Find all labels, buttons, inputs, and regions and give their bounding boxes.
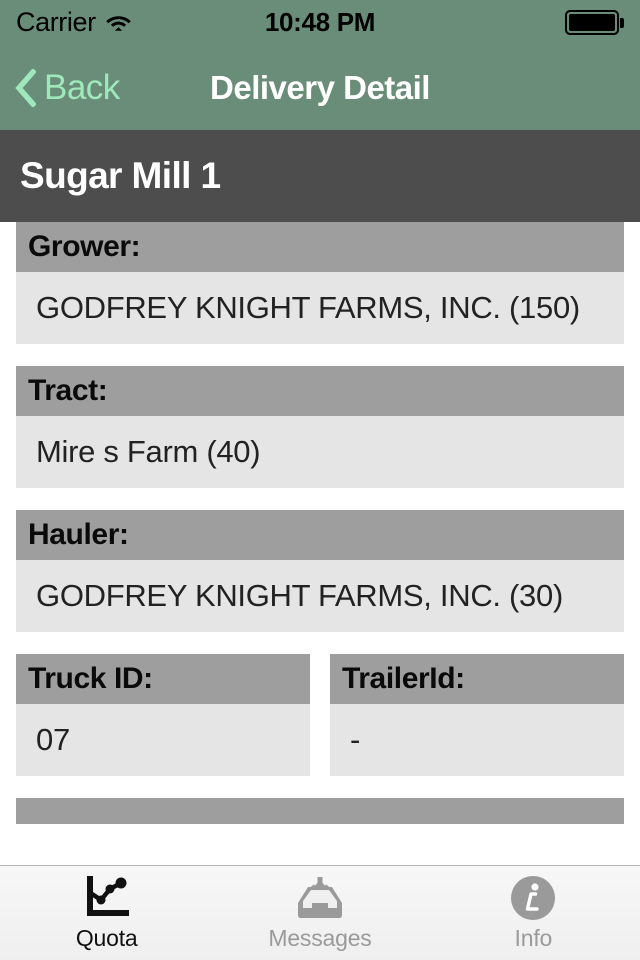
tab-info[interactable]: Info xyxy=(427,866,640,960)
field-truck-id-value-box[interactable]: 07 xyxy=(16,704,310,776)
navigation-bar: Back Delivery Detail xyxy=(0,45,640,130)
battery-nub-icon xyxy=(620,17,624,28)
tab-quota-label: Quota xyxy=(75,925,138,951)
tab-messages[interactable]: Messages xyxy=(213,866,426,960)
field-tract: Tract: Mire s Farm (40) xyxy=(16,366,624,488)
field-hauler-header: Hauler: xyxy=(16,510,624,560)
field-truck-id-header: Truck ID: xyxy=(16,654,310,704)
app-screen: Carrier 10:48 PM Back Delivery Detail Su… xyxy=(0,0,640,960)
back-button-label: Back xyxy=(44,67,120,107)
field-truck-id-label: Truck ID: xyxy=(28,662,153,695)
field-next-clipped xyxy=(16,798,624,824)
info-circle-icon xyxy=(510,874,556,922)
chevron-left-icon xyxy=(14,67,37,108)
mill-name-bar: Sugar Mill 1 xyxy=(0,130,640,222)
status-bar-right xyxy=(564,10,624,35)
back-button[interactable]: Back xyxy=(14,68,120,108)
tab-info-label: Info xyxy=(514,925,553,951)
field-tract-value: Mire s Farm (40) xyxy=(36,434,261,469)
line-chart-icon xyxy=(84,874,130,922)
field-grower-label: Grower: xyxy=(28,230,141,263)
delivery-detail-list[interactable]: Grower: GODFREY KNIGHT FARMS, INC. (150)… xyxy=(0,222,640,865)
field-trailer-id-header: TrailerId: xyxy=(330,654,624,704)
field-hauler: Hauler: GODFREY KNIGHT FARMS, INC. (30) xyxy=(16,510,624,632)
field-hauler-value: GODFREY KNIGHT FARMS, INC. (30) xyxy=(36,578,563,613)
inbox-tray-icon xyxy=(295,874,345,922)
wifi-icon xyxy=(105,12,132,33)
carrier-label: Carrier xyxy=(16,7,96,37)
field-hauler-label: Hauler: xyxy=(28,518,129,551)
battery-icon xyxy=(564,10,619,35)
field-trailer-id: TrailerId: - xyxy=(330,654,624,776)
field-tract-value-box[interactable]: Mire s Farm (40) xyxy=(16,416,624,488)
field-trailer-id-value-box[interactable]: - xyxy=(330,704,624,776)
field-trailer-id-value: - xyxy=(350,722,361,757)
tab-quota[interactable]: Quota xyxy=(0,866,213,960)
field-truck-id: Truck ID: 07 xyxy=(16,654,310,776)
status-bar: Carrier 10:48 PM xyxy=(0,0,640,45)
field-next-clipped-header xyxy=(16,798,624,824)
field-grower-value: GODFREY KNIGHT FARMS, INC. (150) xyxy=(36,290,580,325)
mill-name-label: Sugar Mill 1 xyxy=(20,155,221,196)
field-grower-value-box[interactable]: GODFREY KNIGHT FARMS, INC. (150) xyxy=(16,272,624,344)
field-grower: Grower: GODFREY KNIGHT FARMS, INC. (150) xyxy=(16,222,624,344)
tab-bar: Quota Messages Info xyxy=(0,865,640,960)
field-tract-label: Tract: xyxy=(28,374,108,407)
status-bar-left: Carrier xyxy=(16,7,132,38)
field-grower-header: Grower: xyxy=(16,222,624,272)
tab-messages-label: Messages xyxy=(268,925,372,951)
field-tract-header: Tract: xyxy=(16,366,624,416)
truck-trailer-row: Truck ID: 07 TrailerId: - xyxy=(16,654,624,776)
field-hauler-value-box[interactable]: GODFREY KNIGHT FARMS, INC. (30) xyxy=(16,560,624,632)
field-trailer-id-label: TrailerId: xyxy=(342,662,465,695)
field-truck-id-value: 07 xyxy=(36,722,70,757)
